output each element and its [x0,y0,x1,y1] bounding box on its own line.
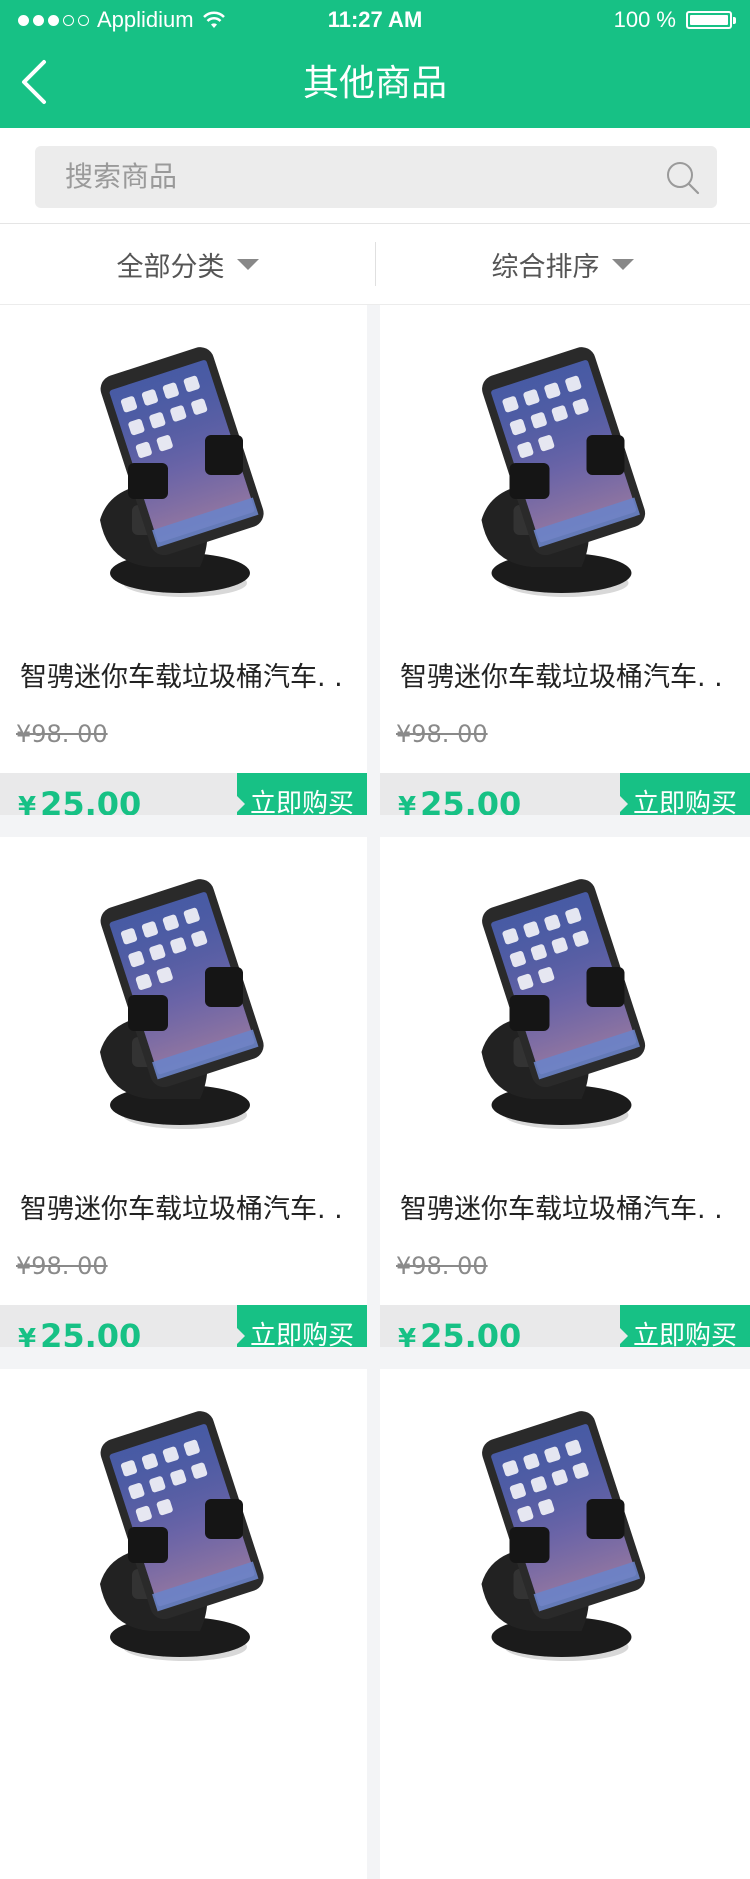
price-value: 25.00 [420,785,522,815]
search-placeholder: 搜索商品 [65,160,178,193]
price-bar: ¥25.00 立即购买 [0,1305,367,1347]
product-image[interactable] [380,837,750,1167]
product-price: ¥25.00 [18,773,141,815]
filter-divider [375,242,376,286]
product-title[interactable]: 智骋迷你车载垃圾桶汽车. . [400,1187,723,1226]
product-card[interactable] [0,1369,367,1879]
product-title[interactable]: 智骋迷你车载垃圾桶汽车. . [400,655,723,694]
buy-now-button[interactable]: 立即购买 [236,773,367,815]
product-price: ¥25.00 [398,773,521,815]
product-image[interactable] [0,1369,367,1699]
buy-now-button[interactable]: 立即购买 [619,773,750,815]
buy-now-button[interactable]: 立即购买 [236,1305,367,1347]
status-right: 100 % [613,0,736,40]
caret-down-icon [611,258,634,270]
currency-symbol: ¥ [18,1324,37,1347]
product-old-price: ¥98. 00 [16,1252,108,1280]
product-card[interactable]: 智骋迷你车载垃圾桶汽车. . ¥98. 00 ¥25.00 立即购买 [380,837,750,1347]
product-title[interactable]: 智骋迷你车载垃圾桶汽车. . [20,1187,343,1226]
product-title[interactable]: 智骋迷你车载垃圾桶汽车. . [20,655,343,694]
product-card[interactable]: 智骋迷你车载垃圾桶汽车. . ¥98. 00 ¥25.00 立即购买 [0,837,367,1347]
price-value: 25.00 [40,785,142,815]
search-icon[interactable] [665,160,701,196]
product-old-price: ¥98. 00 [16,720,108,748]
product-card[interactable] [380,1369,750,1879]
currency-symbol: ¥ [398,792,417,815]
filter-sort[interactable]: 综合排序 [375,224,750,304]
app-header: Applidium 11:27 AM 100 % 其他商品 [0,0,750,128]
product-old-price: ¥98. 00 [396,1252,488,1280]
currency-symbol: ¥ [398,1324,417,1347]
product-image[interactable] [380,305,750,635]
filter-sort-label: 综合排序 [491,251,600,283]
filter-category-label: 全部分类 [116,251,225,283]
phone-holder-image [481,879,646,1129]
product-price: ¥25.00 [18,1305,141,1347]
status-bar: Applidium 11:27 AM 100 % [0,0,750,40]
phone-holder-image [481,1411,646,1661]
nav-bar: 其他商品 [0,40,750,128]
price-bar: ¥25.00 立即购买 [380,773,750,815]
search-area: 搜索商品 [0,128,750,224]
caret-down-icon [236,258,259,270]
price-bar: ¥25.00 立即购买 [380,1305,750,1347]
price-bar: ¥25.00 立即购买 [0,773,367,815]
product-price: ¥25.00 [398,1305,521,1347]
product-card[interactable]: 智骋迷你车载垃圾桶汽车. . ¥98. 00 ¥25.00 立即购买 [0,305,367,815]
battery-icon [686,11,736,29]
product-image[interactable] [0,837,367,1167]
product-card[interactable]: 智骋迷你车载垃圾桶汽车. . ¥98. 00 ¥25.00 立即购买 [380,305,750,815]
price-value: 25.00 [40,1317,142,1347]
search-input[interactable]: 搜索商品 [35,146,717,208]
phone-holder-image [481,347,646,597]
filter-bar: 全部分类 综合排序 [0,224,750,305]
phone-holder-image [100,347,264,597]
battery-percent: 100 % [613,7,676,32]
filter-category[interactable]: 全部分类 [0,224,375,304]
currency-symbol: ¥ [18,792,37,815]
product-image[interactable] [0,305,367,635]
product-grid: 智骋迷你车载垃圾桶汽车. . ¥98. 00 ¥25.00 立即购买 智骋迷你车… [0,305,750,1879]
price-value: 25.00 [420,1317,522,1347]
phone-holder-image [100,1411,264,1661]
buy-now-button[interactable]: 立即购买 [619,1305,750,1347]
page-title: 其他商品 [302,63,447,104]
product-old-price: ¥98. 00 [396,720,488,748]
phone-holder-image [100,879,264,1129]
product-image[interactable] [380,1369,750,1699]
